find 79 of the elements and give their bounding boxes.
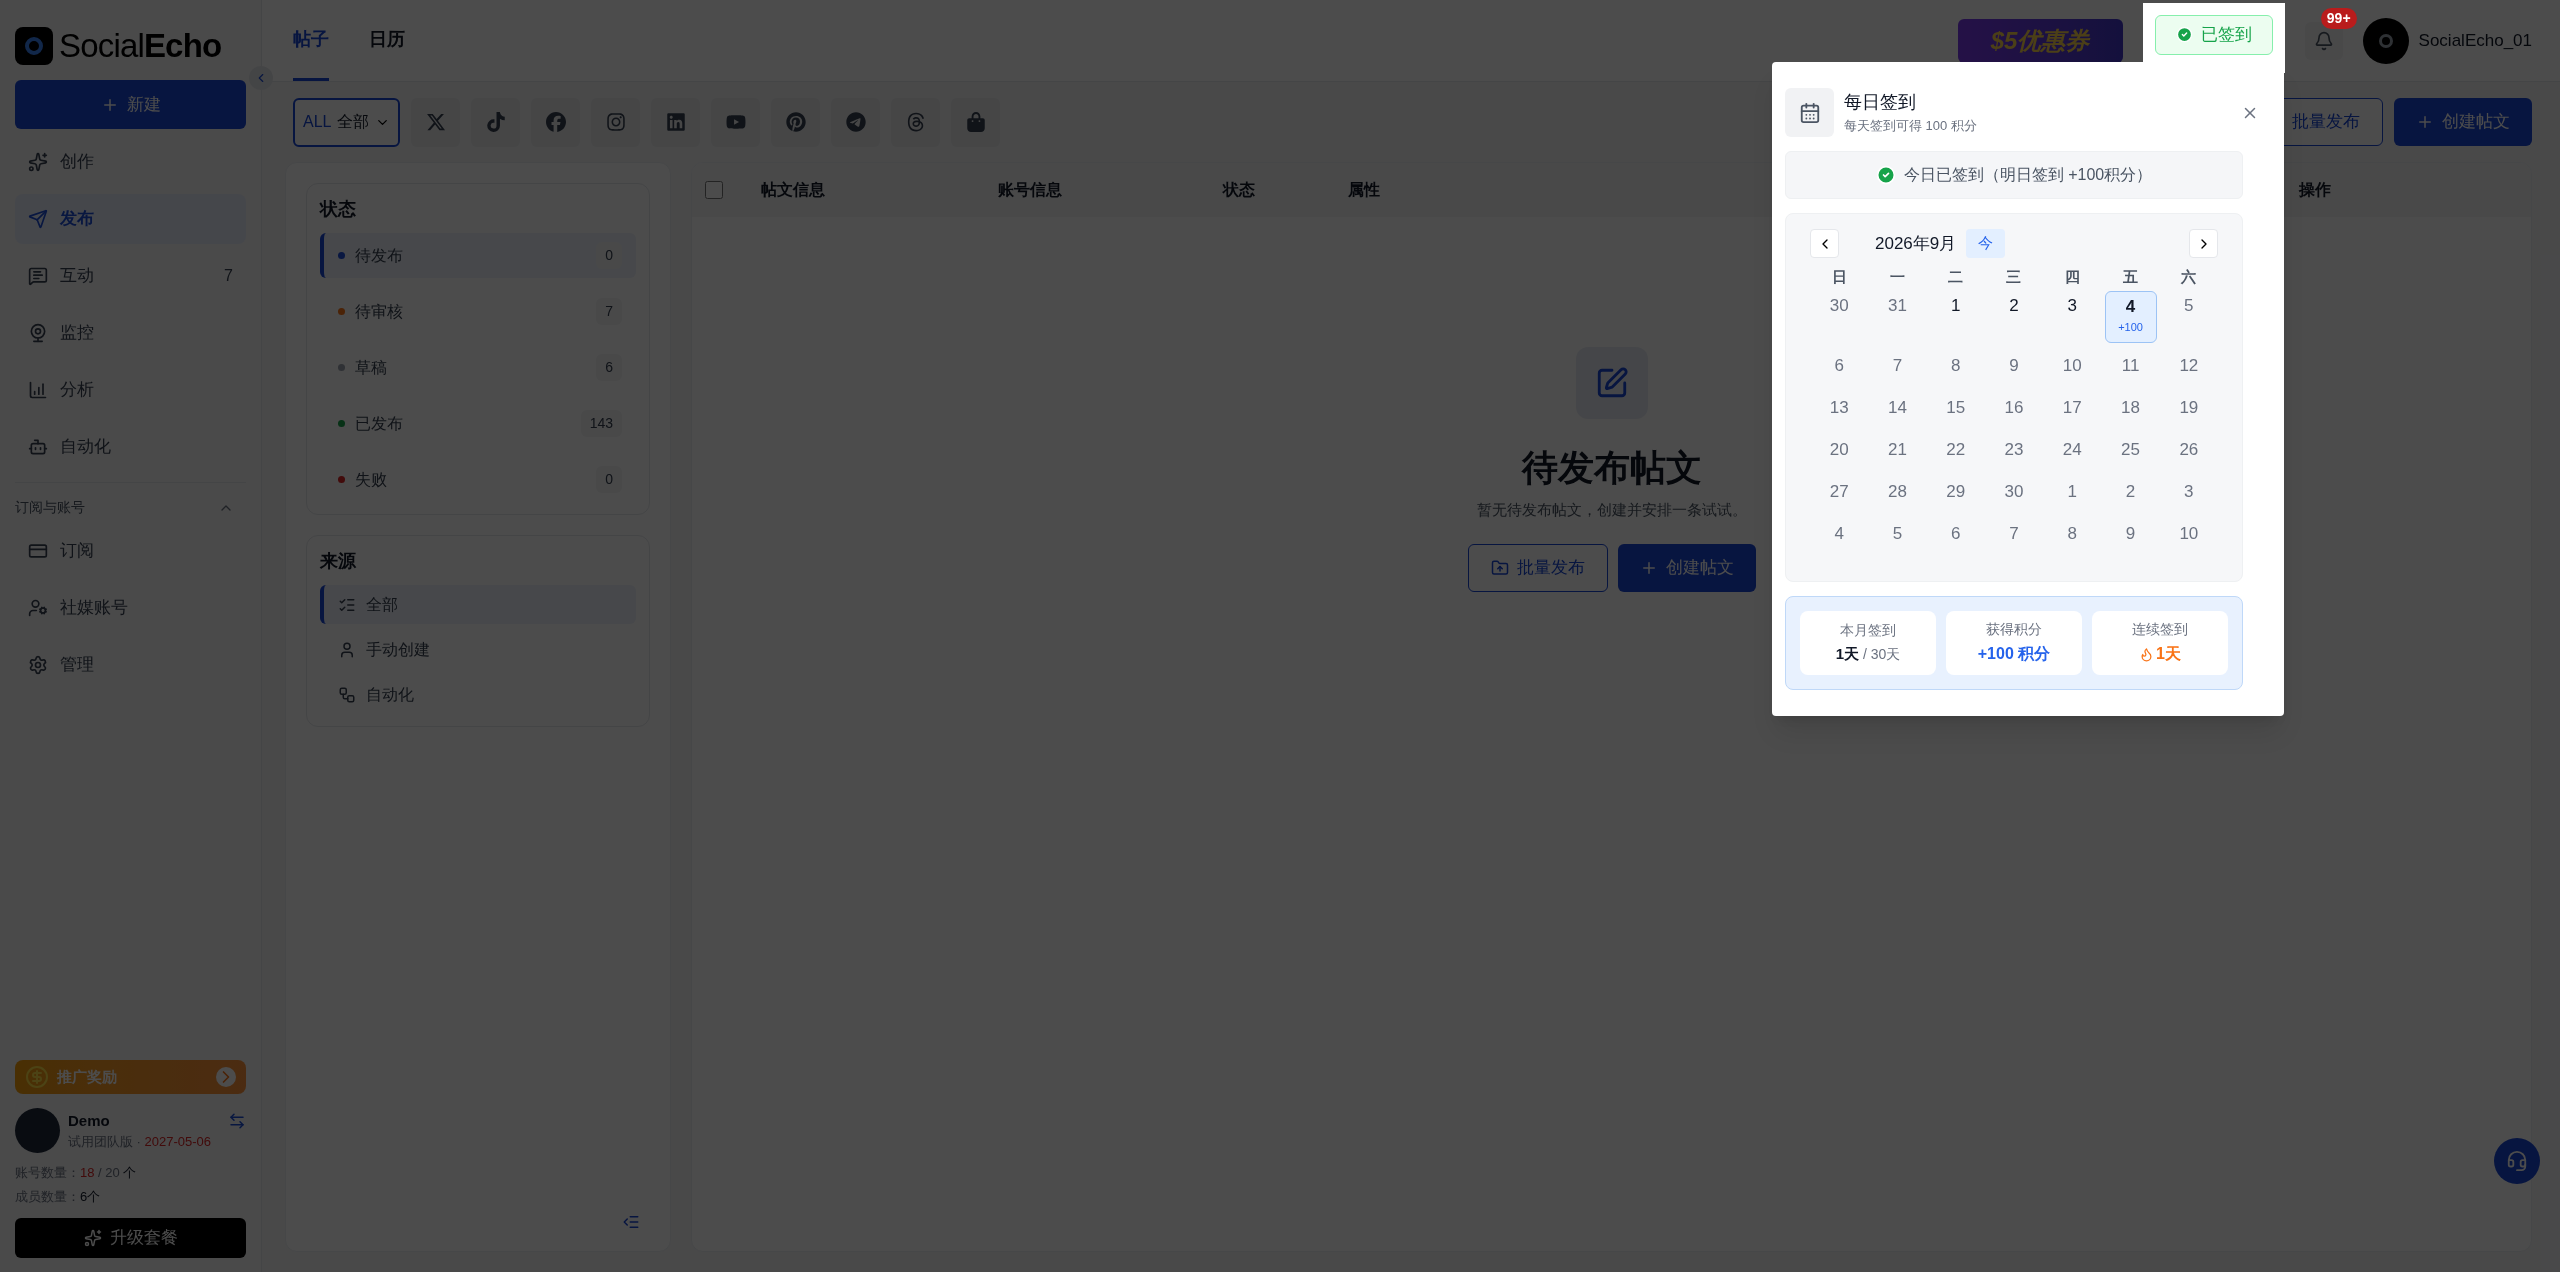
check-circle-icon [2175, 26, 2193, 43]
date-cell[interactable]: 30 [1988, 472, 2040, 511]
date-cell[interactable]: 31 [1871, 290, 1924, 343]
stat-value: 1天 [2156, 644, 2181, 664]
stat-value: 1天 / 30天 [1835, 643, 1901, 664]
month-label: 2026年9月 [1875, 232, 1957, 255]
column-header: 账号信息 [998, 180, 1063, 200]
date-cell[interactable]: 3 [2046, 290, 2099, 343]
date-cell[interactable]: 1 [2046, 472, 2099, 511]
filter-title: 来源 [320, 550, 357, 573]
date-cell[interactable]: 28 [1871, 472, 1924, 511]
date-cell[interactable]: 2 [2104, 472, 2157, 511]
calendar-icon [1798, 101, 1821, 124]
column-header: 状态 [1223, 180, 1256, 200]
date-cell[interactable]: 5 [2162, 290, 2215, 343]
weekday-label: 六 [2180, 267, 2198, 288]
date-cell[interactable]: 10 [2046, 346, 2099, 385]
date-cell[interactable]: 1 [1929, 290, 1982, 343]
date-cell[interactable]: 3 [2162, 472, 2215, 511]
date-cell[interactable]: 9 [2104, 514, 2157, 553]
today-date-cell[interactable]: 4 +100 [2104, 290, 2157, 343]
check-circle-icon [1875, 165, 1896, 185]
date-cell[interactable]: 19 [2162, 388, 2215, 427]
weekday-label: 一 [1888, 267, 1906, 288]
date-cell[interactable]: 14 [1871, 388, 1924, 427]
date-cell[interactable]: 15 [1929, 388, 1982, 427]
filter-title: 状态 [320, 198, 357, 221]
stat-label: 本月签到 [1840, 620, 1896, 640]
date-cell[interactable]: 18 [2104, 388, 2157, 427]
date-cell[interactable]: 16 [1988, 388, 2040, 427]
popup-title: 每日签到 [1844, 91, 1917, 115]
stat-label: 连续签到 [2132, 620, 2188, 639]
user-name: Demo [68, 1110, 111, 1131]
logo-text: SocialEcho [59, 26, 222, 67]
tab[interactable]: 日历 [369, 0, 405, 81]
date-cell[interactable]: 7 [1871, 346, 1924, 385]
date-cell[interactable]: 11 [2104, 346, 2157, 385]
date-cell[interactable]: 22 [1929, 430, 1982, 469]
date-cell[interactable]: 25 [2104, 430, 2157, 469]
weekday-label: 四 [2063, 267, 2081, 288]
date-cell[interactable]: 21 [1871, 430, 1924, 469]
date-cell[interactable]: 20 [1813, 430, 1866, 469]
date-cell[interactable]: 7 [1988, 514, 2040, 553]
column-header: 操作 [2299, 180, 2331, 200]
date-cell[interactable]: 10 [2162, 514, 2215, 553]
date-cell[interactable]: 6 [1929, 514, 1982, 553]
today-button[interactable]: 今 [1966, 229, 2006, 258]
date-cell[interactable]: 2 [1988, 290, 2040, 343]
count-text: 7 [224, 266, 233, 286]
popup-subtitle: 每天签到可得 100 积分 [1844, 117, 1978, 136]
date-cell[interactable]: 12 [2162, 346, 2215, 385]
checkin-status-text: 今日已签到（明日签到 +100积分） [1903, 165, 2153, 185]
date-cell[interactable]: 9 [1988, 346, 2040, 385]
date-cell[interactable]: 6 [1813, 346, 1866, 385]
promo-text: 推广奖励 [57, 1066, 118, 1087]
prev-month-button[interactable] [1810, 229, 1839, 258]
date-cell[interactable]: 24 [2046, 430, 2099, 469]
weekday-label: 三 [2005, 267, 2023, 288]
date-cell[interactable]: 13 [1813, 388, 1866, 427]
weekday-label: 日 [1830, 267, 1848, 288]
date-cell[interactable]: 30 [1813, 290, 1866, 343]
date-cell[interactable]: 4 [1813, 514, 1866, 553]
date-cell[interactable]: 26 [2162, 430, 2215, 469]
date-cell[interactable]: 23 [1988, 430, 2040, 469]
empty-state-title: 待发布帖文 [1521, 446, 1702, 490]
weekday-label: 五 [2122, 267, 2140, 288]
column-header: 属性 [1348, 180, 1381, 200]
date-cell[interactable]: 5 [1871, 514, 1924, 553]
date-cell[interactable]: 17 [2046, 388, 2099, 427]
stat-value: +100 积分 [1977, 644, 2051, 664]
stat-label: 获得积分 [1986, 620, 2042, 639]
date-cell[interactable]: 27 [1813, 472, 1866, 511]
date-cell[interactable]: 8 [1929, 346, 1982, 385]
column-header: 帖文信息 [761, 180, 826, 200]
date-cell[interactable]: 8 [2046, 514, 2099, 553]
date-cell[interactable]: 29 [1929, 472, 1982, 511]
weekday-label: 二 [1947, 267, 1965, 288]
next-month-button[interactable] [2189, 229, 2218, 258]
checkin-button[interactable]: 已签到 [2154, 14, 2273, 55]
